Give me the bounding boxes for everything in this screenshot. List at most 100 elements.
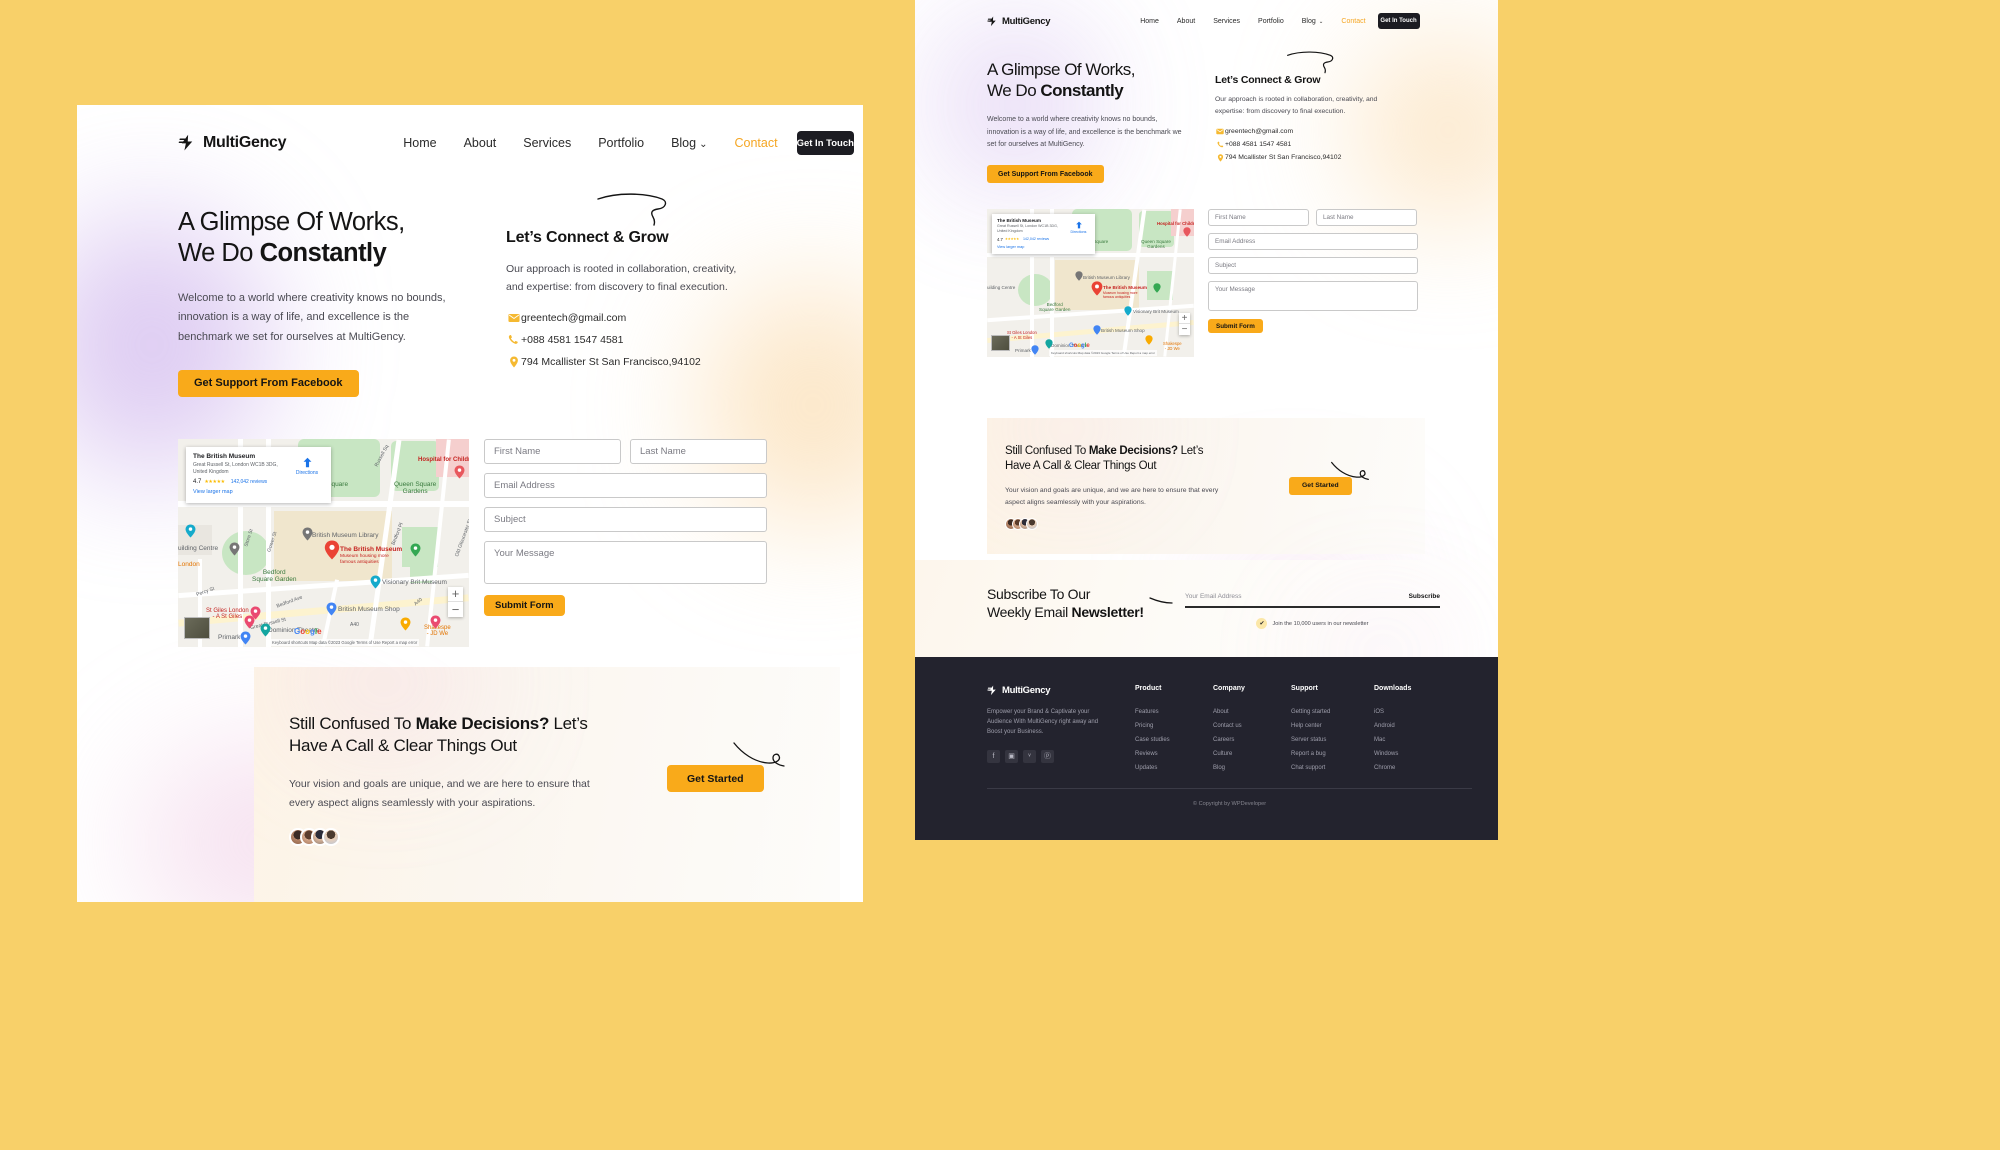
get-in-touch-button-right[interactable]: Get In Touch bbox=[1377, 13, 1420, 29]
map-pin-shop-right[interactable] bbox=[1093, 325, 1101, 335]
get-support-facebook-button-right[interactable]: Get Support From Facebook bbox=[987, 165, 1104, 184]
footer-link-android[interactable]: Android bbox=[1374, 723, 1444, 729]
subject-input[interactable]: Subject bbox=[484, 506, 767, 532]
google-map-right[interactable]: Hospital for Children Russell Square Que… bbox=[987, 209, 1194, 358]
map-pin-visionary[interactable] bbox=[370, 575, 381, 589]
footer-link-getting-started[interactable]: Getting started bbox=[1291, 709, 1374, 715]
footer-link-reviews[interactable]: Reviews bbox=[1135, 751, 1213, 757]
directions-label[interactable]: Directions bbox=[291, 470, 323, 476]
map-zoom-out-button[interactable]: − bbox=[448, 602, 463, 617]
directions-label-right[interactable]: Directions bbox=[1067, 230, 1090, 234]
view-larger-map-link-right[interactable]: View larger map bbox=[997, 245, 1090, 249]
last-name-input[interactable]: Last Name bbox=[630, 438, 767, 464]
view-larger-map-link[interactable]: View larger map bbox=[193, 489, 324, 495]
map-pin-dominion[interactable] bbox=[260, 623, 271, 637]
nav-item-blog-right[interactable]: Blog ⌄ bbox=[1302, 18, 1324, 25]
nav-item-blog[interactable]: Blog ⌄ bbox=[671, 136, 707, 150]
footer-link-mac[interactable]: Mac bbox=[1374, 737, 1444, 743]
map-pin-hospital[interactable] bbox=[454, 465, 465, 479]
first-name-input-right[interactable]: First Name bbox=[1208, 209, 1309, 227]
footer-link-ios[interactable]: iOS bbox=[1374, 709, 1444, 715]
map-zoom-in-button[interactable]: + bbox=[448, 586, 463, 602]
footer-link-help-center[interactable]: Help center bbox=[1291, 723, 1374, 729]
brand-logo[interactable]: MultiGency bbox=[178, 134, 287, 152]
info-card-reviews-right[interactable]: 142,042 reviews bbox=[1023, 237, 1049, 241]
nav-item-portfolio[interactable]: Portfolio bbox=[598, 136, 644, 150]
nav-item-services[interactable]: Services bbox=[523, 136, 571, 150]
map-pin-stgiles-2[interactable] bbox=[244, 615, 255, 629]
newsletter-input-row[interactable]: Your Email Address Subscribe bbox=[1185, 593, 1440, 608]
map-pin-primark[interactable] bbox=[240, 631, 251, 645]
contact-phone-row-right[interactable]: +088 4581 1547 4581 bbox=[1215, 141, 1405, 148]
map-pin-restaurant[interactable] bbox=[400, 617, 411, 631]
footer-link-pricing[interactable]: Pricing bbox=[1135, 723, 1213, 729]
footer-link-updates[interactable]: Updates bbox=[1135, 765, 1213, 771]
footer-link-case-studies[interactable]: Case studies bbox=[1135, 737, 1213, 743]
contact-phone-row[interactable]: +088 4581 1547 4581 bbox=[506, 334, 768, 346]
footer-link-chrome[interactable]: Chrome bbox=[1374, 765, 1444, 771]
twitter-icon[interactable]: ᵛ bbox=[1023, 749, 1036, 763]
get-support-facebook-button[interactable]: Get Support From Facebook bbox=[178, 369, 359, 397]
brand-logo-right[interactable]: MultiGency bbox=[987, 16, 1051, 27]
map-zoom-in-button-right[interactable]: + bbox=[1179, 313, 1190, 325]
contact-email-row-right[interactable]: greentech@gmail.com bbox=[1215, 128, 1405, 135]
footer-link-blog[interactable]: Blog bbox=[1213, 765, 1291, 771]
map-pin-dominion-right[interactable] bbox=[1045, 339, 1053, 349]
contact-email-row[interactable]: greentech@gmail.com bbox=[506, 312, 768, 324]
subject-input-right[interactable]: Subject bbox=[1208, 257, 1418, 275]
newsletter-subscribe-button[interactable]: Subscribe bbox=[1409, 593, 1440, 600]
pinterest-icon[interactable]: ⓟ bbox=[1041, 749, 1054, 763]
map-pin-hospital-right[interactable] bbox=[1183, 227, 1191, 237]
contact-address-row[interactable]: 794 Mcallister St San Francisco,94102 bbox=[506, 356, 768, 368]
map-info-card[interactable]: The British Museum Great Russell St, Lon… bbox=[186, 446, 331, 503]
nav-item-contact-right[interactable]: Contact bbox=[1341, 18, 1365, 25]
map-pin-green[interactable] bbox=[410, 543, 421, 557]
nav-item-home[interactable]: Home bbox=[403, 136, 436, 150]
map-pin-british-museum[interactable] bbox=[324, 540, 340, 560]
map-street-view-thumbnail[interactable] bbox=[184, 616, 210, 639]
footer-link-careers[interactable]: Careers bbox=[1213, 737, 1291, 743]
footer-link-server-status[interactable]: Server status bbox=[1291, 737, 1374, 743]
map-info-card-right[interactable]: The British Museum Great Russell St, Lon… bbox=[992, 214, 1095, 255]
map-zoom-out-button-right[interactable]: − bbox=[1179, 324, 1190, 335]
footer-link-features[interactable]: Features bbox=[1135, 709, 1213, 715]
map-pin-pink-right[interactable] bbox=[430, 615, 441, 629]
map-zoom-controls-right[interactable]: + − bbox=[1179, 313, 1190, 336]
nav-item-contact[interactable]: Contact bbox=[734, 136, 777, 150]
footer-link-report-bug[interactable]: Report a bug bbox=[1291, 751, 1374, 757]
footer-link-contact-us[interactable]: Contact us bbox=[1213, 723, 1291, 729]
footer-brand-logo[interactable]: MultiGency bbox=[987, 685, 1135, 696]
facebook-icon[interactable]: f bbox=[987, 749, 1000, 763]
instagram-icon[interactable]: ▣ bbox=[1005, 749, 1018, 763]
map-pin-primark-right[interactable] bbox=[1031, 345, 1039, 355]
submit-form-button[interactable]: Submit Form bbox=[484, 594, 565, 616]
get-in-touch-button[interactable]: Get In Touch bbox=[796, 131, 854, 155]
nav-item-services-right[interactable]: Services bbox=[1213, 18, 1240, 25]
map-pin-teal-left[interactable] bbox=[185, 524, 196, 538]
info-card-reviews[interactable]: 142,042 reviews bbox=[231, 479, 267, 485]
nav-item-about-right[interactable]: About bbox=[1177, 18, 1195, 25]
nav-item-about[interactable]: About bbox=[464, 136, 497, 150]
nav-item-home-right[interactable]: Home bbox=[1140, 18, 1159, 25]
map-pin-library-right[interactable] bbox=[1075, 271, 1083, 281]
nav-item-portfolio-right[interactable]: Portfolio bbox=[1258, 18, 1284, 25]
footer-link-culture[interactable]: Culture bbox=[1213, 751, 1291, 757]
map-pin-building-centre[interactable] bbox=[229, 542, 240, 556]
google-map[interactable]: Hospital for Children Russell Square Que… bbox=[178, 438, 469, 647]
map-pin-british-museum-right[interactable] bbox=[1091, 281, 1103, 296]
footer-link-chat-support[interactable]: Chat support bbox=[1291, 765, 1374, 771]
map-pin-restaurant-right[interactable] bbox=[1145, 335, 1153, 345]
message-textarea-right[interactable]: Your Message bbox=[1208, 281, 1418, 312]
map-street-view-thumbnail-right[interactable] bbox=[991, 335, 1010, 352]
email-input[interactable]: Email Address bbox=[484, 472, 767, 498]
map-zoom-controls[interactable]: + − bbox=[448, 586, 463, 617]
email-input-right[interactable]: Email Address bbox=[1208, 233, 1418, 251]
message-textarea[interactable]: Your Message bbox=[484, 540, 767, 584]
map-pin-shop[interactable] bbox=[326, 602, 337, 616]
map-pin-library[interactable] bbox=[302, 527, 313, 541]
footer-link-windows[interactable]: Windows bbox=[1374, 751, 1444, 757]
map-pin-green-right[interactable] bbox=[1153, 283, 1161, 293]
footer-link-about[interactable]: About bbox=[1213, 709, 1291, 715]
submit-form-button-right[interactable]: Submit Form bbox=[1208, 319, 1263, 334]
map-pin-visionary-right[interactable] bbox=[1124, 306, 1132, 316]
